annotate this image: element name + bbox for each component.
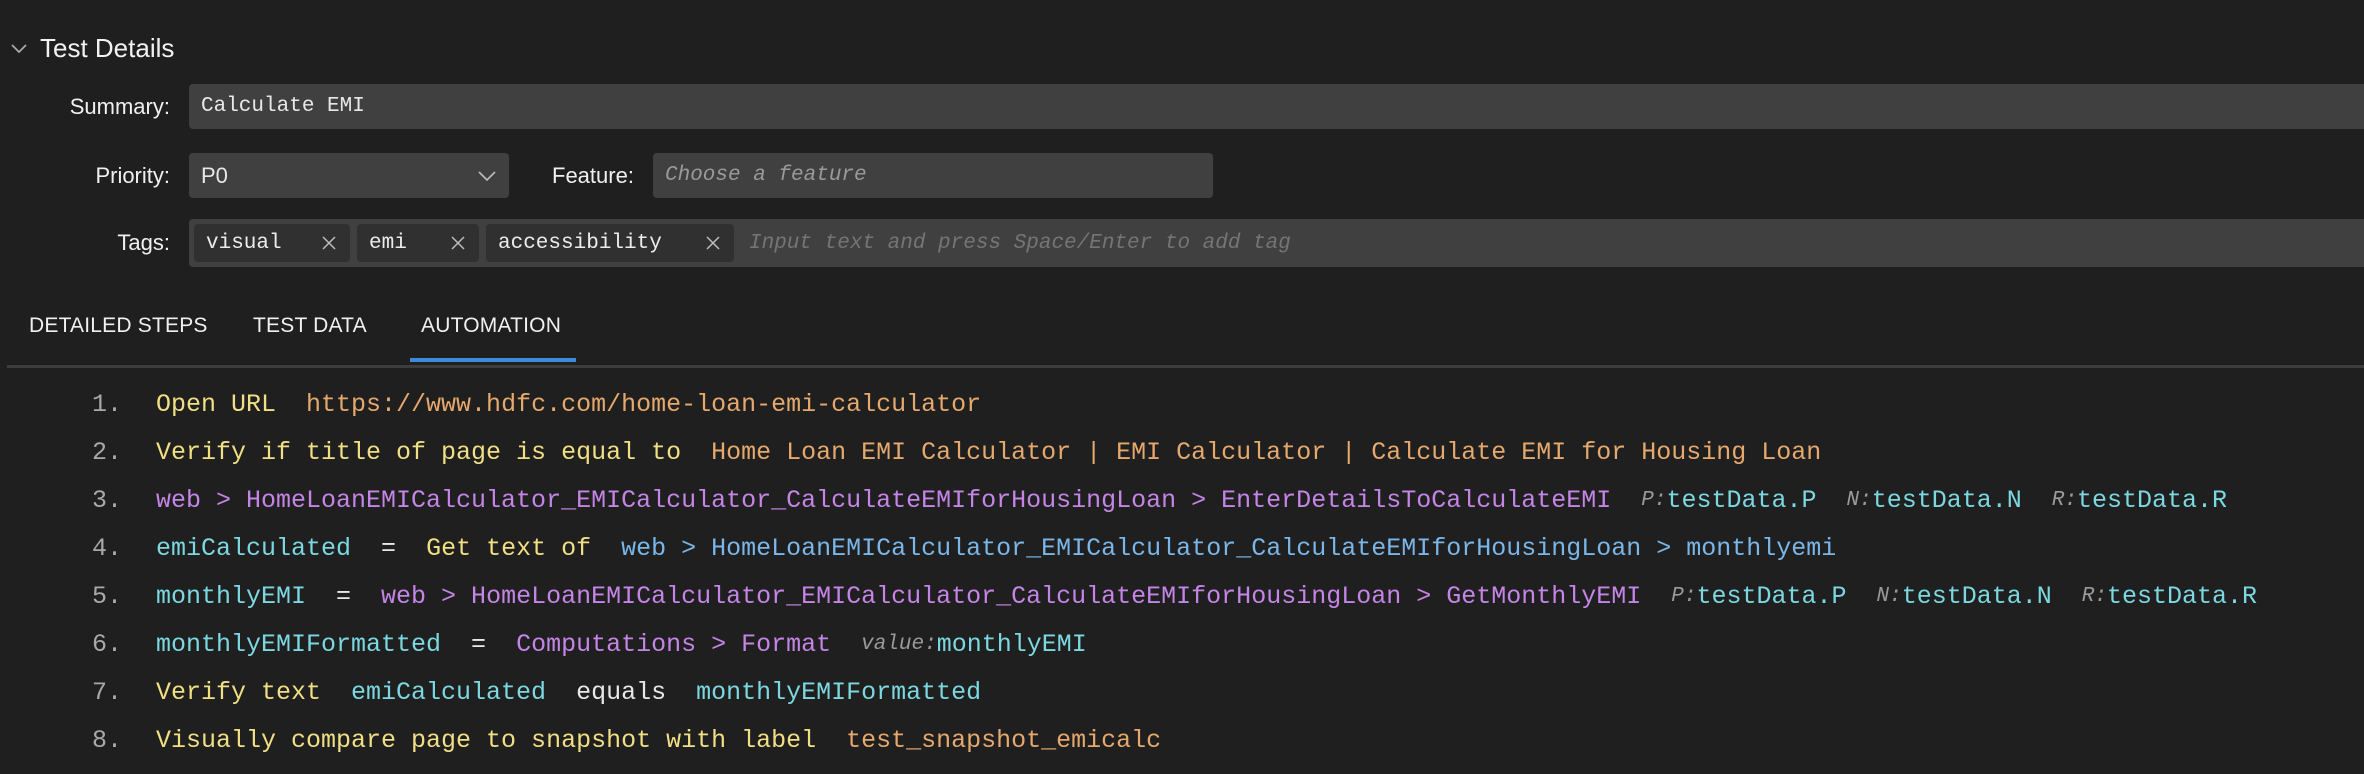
summary-value: Calculate EMI [201,95,365,118]
summary-label: Summary: [69,94,170,119]
step-variable: emiCalculated [156,533,352,563]
tags-input-box[interactable]: visual emi accessibility [189,219,2364,267]
active-tab-indicator [410,358,576,362]
test-details-header[interactable]: Test Details [8,30,174,66]
param-value: testData.P [1696,581,1847,611]
step-variable: monthlyEMIFormatted [156,629,442,659]
step-number: 1. [92,389,123,419]
step-number: 6. [92,629,123,659]
step-number: 3. [92,485,123,515]
step-operator: = [381,533,397,563]
tag-label: accessibility [498,231,662,255]
step-element: web > HomeLoanEMICalculator_EMICalculato… [156,485,1612,515]
tag-chip: visual [194,224,350,262]
step-keyword: Verify text [156,677,322,707]
param-value: monthlyEMI [936,629,1087,659]
param-value: testData.P [1666,485,1817,515]
step-keyword: Open URL [156,389,277,419]
param-label: R: [2081,584,2107,608]
close-icon[interactable] [449,234,467,252]
tag-chip: accessibility [486,224,734,262]
step-operator: = [471,629,487,659]
close-icon[interactable] [320,234,338,252]
step-variable: monthlyEMI [156,581,307,611]
param-label: P: [1641,488,1667,512]
step-number: 7. [92,677,123,707]
step-operator: equals [576,677,667,707]
step-value: test_snapshot_emicalc [846,725,1162,755]
step-element: web > HomeLoanEMICalculator_EMICalculato… [381,581,1642,611]
feature-input[interactable]: Choose a feature [653,153,1213,198]
step-value: Home Loan EMI Calculator | EMI Calculato… [711,437,1822,467]
param-value: testData.N [1901,581,2052,611]
step-number: 2. [92,437,123,467]
step-keyword: Get text of [426,533,592,563]
step-keyword: Visually compare page to snapshot with l… [156,725,817,755]
tag-label: emi [369,231,407,255]
step-number: 4. [92,533,123,563]
step-variable: monthlyEMIFormatted [696,677,982,707]
step-element: web > HomeLoanEMICalculator_EMICalculato… [621,533,1837,563]
param-label: value: [861,632,937,656]
param-label: N: [1846,488,1872,512]
step-number: 5. [92,581,123,611]
summary-input[interactable]: Calculate EMI [189,84,2364,129]
step-variable: emiCalculated [351,677,547,707]
step-operator: = [336,581,352,611]
param-value: testData.R [2106,581,2258,611]
close-icon[interactable] [704,234,722,252]
param-value: testData.R [2076,485,2227,515]
tab-test-data[interactable]: TEST DATA [253,314,367,338]
tag-label: visual [206,231,282,255]
chevron-down-icon [478,170,496,181]
tab-detailed-steps[interactable]: DETAILED STEPS [29,314,208,338]
param-label: R: [2051,488,2077,512]
param-label: N: [1876,584,1902,608]
param-value: testData.N [1871,485,2022,515]
feature-label: Feature: [552,163,634,188]
priority-label: Priority: [95,163,170,188]
step-url: https://www.hdfc.com/home-loan-emi-calcu… [306,389,982,419]
step-keyword: Verify if title of page is equal to [156,437,682,467]
tab-bar: DETAILED STEPS TEST DATA AUTOMATION [7,310,2364,368]
step-number: 8. [92,725,123,755]
tags-label: Tags: [117,230,170,255]
step-element: Computations > Format [516,629,832,659]
param-label: P: [1671,584,1697,608]
tag-chip: emi [357,224,479,262]
tag-input[interactable] [747,230,1451,256]
feature-placeholder: Choose a feature [665,164,867,187]
priority-select[interactable]: P0 [189,153,509,198]
priority-value: P0 [201,162,228,188]
section-title: Test Details [40,32,175,63]
tab-automation[interactable]: AUTOMATION [421,314,561,338]
chevron-down-icon [11,44,27,54]
